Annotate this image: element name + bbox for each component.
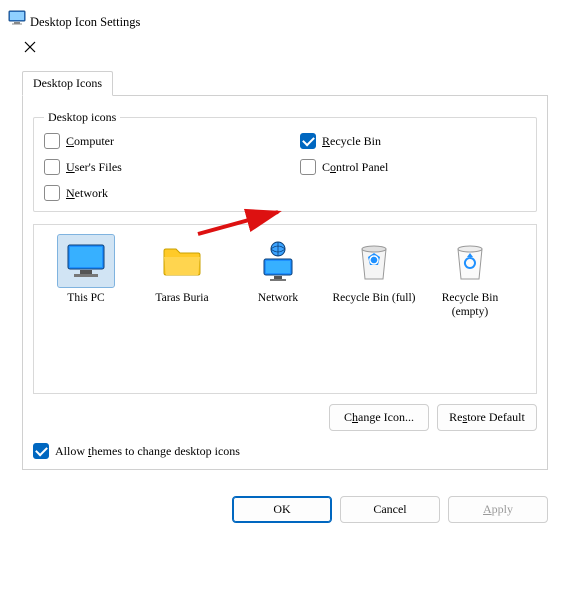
tab-body: Desktop icons Computer Recycle Bin User'…	[22, 95, 548, 470]
titlebar: Desktop Icon Settings	[8, 8, 562, 63]
icon-item-this-pc[interactable]: This PC	[40, 235, 132, 305]
dialog-window: Desktop Icon Settings Desktop Icons Desk…	[8, 8, 562, 535]
apply-button[interactable]: Apply	[448, 496, 548, 523]
app-icon	[8, 13, 30, 30]
dialog-content: Desktop Icons Desktop icons Computer Rec…	[8, 63, 562, 484]
icon-preview-list[interactable]: This PC Taras Buria	[33, 224, 537, 394]
change-icon-button[interactable]: Change Icon...	[329, 404, 429, 431]
checkbox-computer[interactable]: Computer	[44, 133, 270, 149]
restore-default-button[interactable]: Restore Default	[437, 404, 537, 431]
checkbox-network[interactable]: Network	[44, 185, 270, 201]
icon-label: Recycle Bin (empty)	[424, 291, 516, 320]
icon-label: Taras Buria	[136, 291, 228, 305]
icon-label: Network	[232, 291, 324, 305]
icon-item-user-folder[interactable]: Taras Buria	[136, 235, 228, 305]
icon-item-network[interactable]: Network	[232, 235, 324, 305]
close-icon	[24, 41, 36, 53]
checkbox-icon	[44, 159, 60, 175]
desktop-icons-group: Desktop icons Computer Recycle Bin User'…	[33, 110, 537, 212]
folder-icon	[154, 235, 210, 287]
checkbox-icon	[300, 133, 316, 149]
window-title: Desktop Icon Settings	[30, 15, 140, 29]
dialog-button-row: OK Cancel Apply	[8, 484, 562, 535]
tab-desktop-icons[interactable]: Desktop Icons	[22, 71, 113, 96]
icon-item-recycle-full[interactable]: Recycle Bin (full)	[328, 235, 420, 305]
this-pc-icon	[58, 235, 114, 287]
checkbox-allow-themes[interactable]: Allow themes to change desktop icons	[33, 443, 537, 459]
icon-label: This PC	[40, 291, 132, 305]
checkbox-icon	[300, 159, 316, 175]
group-legend: Desktop icons	[44, 110, 120, 125]
checkbox-recycle-bin[interactable]: Recycle Bin	[300, 133, 526, 149]
checkbox-icon	[44, 133, 60, 149]
icon-buttons-row: Change Icon... Restore Default	[33, 404, 537, 431]
recycle-empty-icon	[442, 235, 498, 287]
close-button[interactable]	[8, 31, 52, 63]
cancel-button[interactable]: Cancel	[340, 496, 440, 523]
recycle-full-icon	[346, 235, 402, 287]
network-icon	[250, 235, 306, 287]
icon-label: Recycle Bin (full)	[328, 291, 420, 305]
checkbox-control-panel[interactable]: Control Panel	[300, 159, 526, 175]
tab-strip: Desktop Icons	[22, 71, 548, 96]
ok-button[interactable]: OK	[232, 496, 332, 523]
checkbox-users-files[interactable]: User's Files	[44, 159, 270, 175]
checkbox-icon	[44, 185, 60, 201]
checkbox-grid: Computer Recycle Bin User's Files Contro…	[44, 133, 526, 201]
icon-item-recycle-empty[interactable]: Recycle Bin (empty)	[424, 235, 516, 320]
checkbox-icon	[33, 443, 49, 459]
